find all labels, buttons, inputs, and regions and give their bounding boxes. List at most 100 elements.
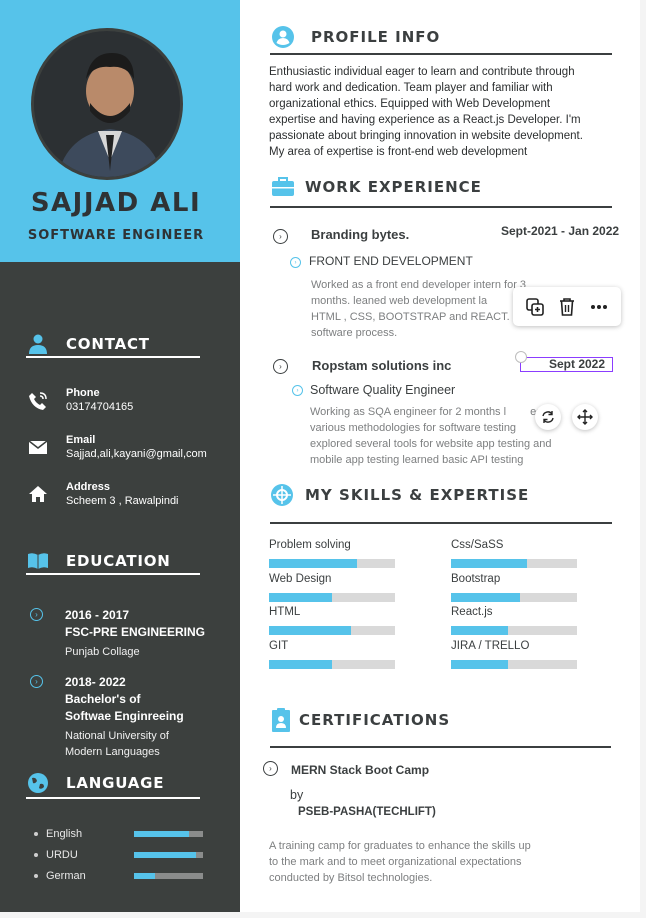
email-label: Email xyxy=(66,434,96,446)
skill-level-track xyxy=(451,660,577,669)
language-level-track xyxy=(134,873,203,879)
resize-handle[interactable] xyxy=(515,351,527,363)
selection-outline[interactable] xyxy=(520,357,613,372)
profile-line: organizational ethics. Equipped with Web… xyxy=(269,98,551,110)
move-icon[interactable] xyxy=(572,404,598,430)
profile-line: hard work and dedication. Team player an… xyxy=(269,82,553,94)
chevron-right-icon: › xyxy=(30,608,43,621)
phone-icon xyxy=(28,391,48,411)
skill-level-fill xyxy=(269,593,332,602)
education-item: › 2016 - 2017 FSC-PRE ENGINEERING Punjab… xyxy=(30,607,205,660)
language-name: URDU xyxy=(46,849,78,861)
bullet-icon xyxy=(34,853,38,857)
chevron-right-icon: › xyxy=(273,359,288,374)
briefcase-icon xyxy=(272,177,294,197)
education-divider xyxy=(26,573,200,575)
language-level-fill xyxy=(134,852,197,858)
rotate-icon[interactable] xyxy=(535,404,561,430)
skill-level-fill xyxy=(269,626,351,635)
trash-icon[interactable] xyxy=(555,295,579,319)
email-value[interactable]: Sajjad,ali,kayani@gmail,com xyxy=(66,448,207,460)
profile-divider xyxy=(270,53,612,55)
certification-line: A training camp for graduates to enhance… xyxy=(269,840,531,852)
skill-level-fill xyxy=(451,559,527,568)
chevron-right-icon: › xyxy=(273,229,288,244)
bullet-icon xyxy=(34,874,38,878)
contact-phone: Phone 03174704165 xyxy=(28,387,133,413)
skills-heading-label: MY SKILLS & EXPERTISE xyxy=(305,486,530,504)
language-item: URDU xyxy=(34,849,203,861)
skill-label: Web Design xyxy=(269,573,332,585)
phone-value[interactable]: 03174704165 xyxy=(66,401,133,413)
sidebar-body xyxy=(0,262,240,912)
address-value: Scheem 3 , Rawalpindi xyxy=(66,495,179,507)
skill-label: JIRA / TRELLO xyxy=(451,640,530,652)
skill-level-fill xyxy=(451,660,508,669)
skill-level-fill xyxy=(451,626,508,635)
more-icon[interactable] xyxy=(587,295,611,319)
chevron-right-icon: › xyxy=(290,257,301,268)
education-institution-line2: Modern Languages xyxy=(65,746,160,758)
contact-divider xyxy=(26,356,200,358)
contact-address: Address Scheem 3 , Rawalpindi xyxy=(28,481,179,507)
address-label: Address xyxy=(66,481,111,493)
resume-page: SAJJAD ALI SOFTWARE ENGINEER CONTACT Pho… xyxy=(0,0,640,912)
certification-description: A training camp for graduates to enhance… xyxy=(269,838,599,886)
job-description-text: Working as SQA engineer for 2 months l xyxy=(310,406,507,418)
profile-heading: PROFILE INFO xyxy=(272,26,440,48)
book-icon xyxy=(26,549,50,573)
certifications-divider xyxy=(270,746,611,748)
language-level-track xyxy=(134,831,203,837)
job-title: SOFTWARE ENGINEER xyxy=(27,228,205,243)
job-description-line: mobile app testing learned basic API tes… xyxy=(310,454,524,466)
language-item: English xyxy=(34,828,203,840)
certificate-icon xyxy=(272,708,290,732)
job-position: FRONT END DEVELOPMENT xyxy=(309,254,473,268)
language-heading: LANGUAGE xyxy=(26,771,164,795)
chevron-right-icon: › xyxy=(263,761,278,776)
profile-icon xyxy=(272,26,294,48)
skill-level-track xyxy=(451,626,577,635)
education-institution: Punjab Collage xyxy=(65,646,140,658)
skill-level-track xyxy=(269,660,395,669)
chevron-right-icon: › xyxy=(292,385,303,396)
skills-icon xyxy=(271,484,293,506)
duplicate-icon[interactable] xyxy=(523,295,547,319)
skill-label: GIT xyxy=(269,640,289,652)
globe-icon xyxy=(26,771,50,795)
profile-photo[interactable] xyxy=(31,28,183,180)
language-item: German xyxy=(34,870,203,882)
profile-summary: Enthusiastic individual eager to learn a… xyxy=(269,64,629,160)
certification-issuer: PSEB-PASHA(TECHLIFT) xyxy=(298,806,436,818)
profile-line: passionate about bringing innovation in … xyxy=(269,130,583,142)
skill-level-fill xyxy=(269,559,358,568)
work-heading-label: WORK EXPERIENCE xyxy=(305,178,482,196)
job-position: Software Quality Engineer xyxy=(310,383,456,397)
skills-divider xyxy=(270,522,612,524)
element-toolbar xyxy=(513,287,621,326)
skill-level-track xyxy=(269,626,395,635)
chevron-right-icon: › xyxy=(30,675,43,688)
certification-line: to the mark and to meet organizational e… xyxy=(269,856,522,868)
job-description-line: software process. xyxy=(311,327,398,339)
profile-line: expertise and having experience as a Rea… xyxy=(269,114,581,126)
bullet-icon xyxy=(34,832,38,836)
education-year: 2016 - 2017 xyxy=(65,608,130,622)
contact-email: Email Sajjad,ali,kayani@gmail,com xyxy=(28,434,207,460)
skill-level-track xyxy=(451,559,577,568)
job-description: Working as SQA engineer for 2 months led… xyxy=(310,404,610,468)
home-icon xyxy=(28,485,48,505)
skill-level-fill xyxy=(451,593,521,602)
work-heading: WORK EXPERIENCE xyxy=(272,177,482,197)
work-divider xyxy=(270,206,612,208)
skills-heading: MY SKILLS & EXPERTISE xyxy=(271,484,529,506)
job-description-line: explored several tools for website app t… xyxy=(310,438,552,450)
skill-label: React.js xyxy=(451,606,493,618)
person-name: SAJJAD ALI xyxy=(30,188,202,218)
education-heading: EDUCATION xyxy=(26,549,171,573)
language-name: English xyxy=(46,828,83,840)
language-name: German xyxy=(46,870,86,882)
user-icon xyxy=(26,332,50,356)
certifications-heading: CERTIFICATIONS xyxy=(272,708,450,732)
language-heading-label: LANGUAGE xyxy=(66,774,165,792)
